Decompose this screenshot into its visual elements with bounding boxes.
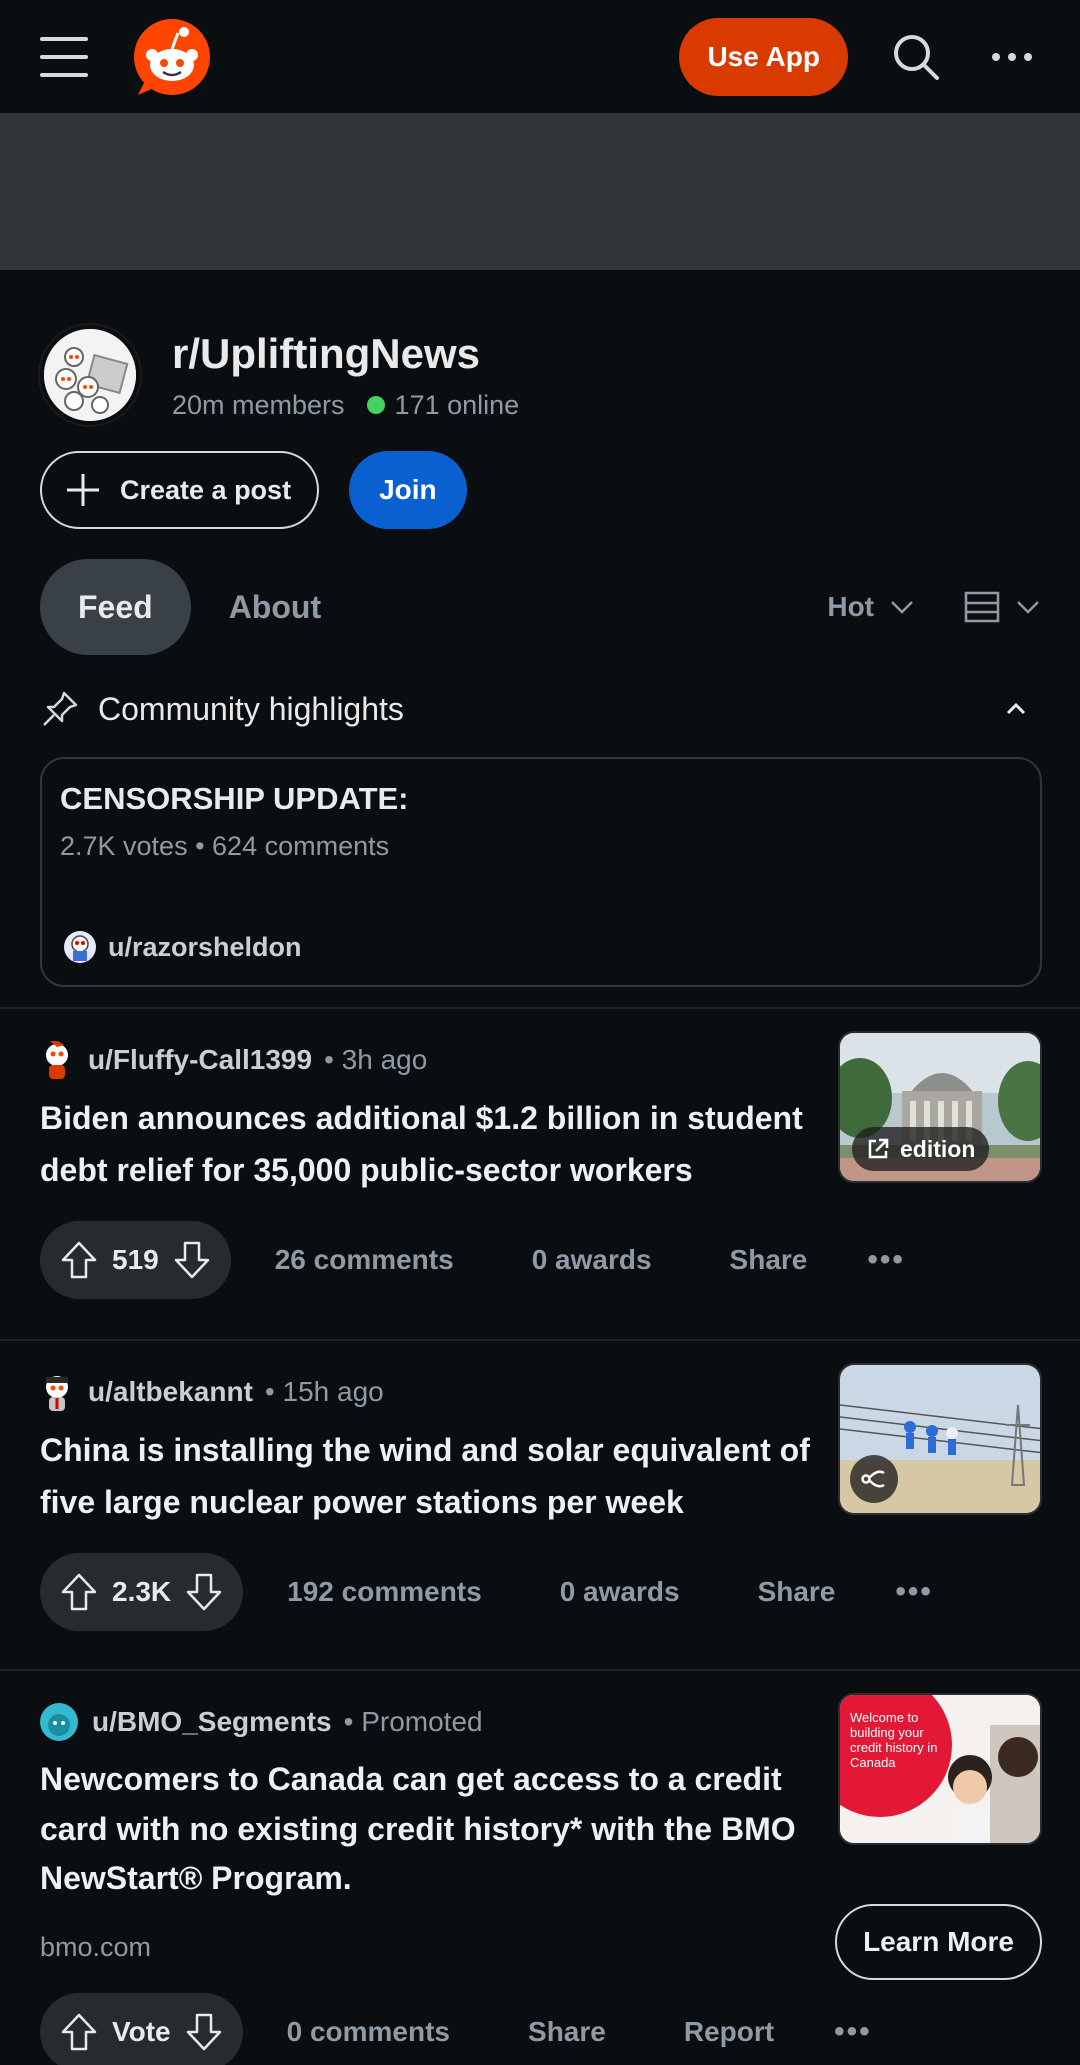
downvote-icon[interactable]	[185, 1572, 223, 1612]
highlight-title: CENSORSHIP UPDATE:	[60, 781, 409, 816]
user-avatar	[46, 1376, 68, 1411]
menu-icon[interactable]	[40, 36, 88, 77]
post-thumbnail[interactable]	[838, 1363, 1042, 1515]
user-avatar	[64, 931, 96, 963]
reddit-logo-icon[interactable]	[132, 17, 212, 97]
promoted-label: • Promoted	[343, 1706, 483, 1737]
highlight-card[interactable]: CENSORSHIP UPDATE: 2.7K votes • 624 comm…	[40, 757, 1042, 987]
chevron-down-icon	[891, 601, 913, 614]
user-avatar	[46, 1041, 68, 1079]
share-button[interactable]: Share	[730, 1244, 808, 1276]
downvote-icon[interactable]	[185, 2012, 223, 2052]
post-title[interactable]: Biden announces additional $1.2 billion …	[40, 1093, 820, 1197]
post-time: • 15h ago	[264, 1376, 384, 1407]
post-card[interactable]: u/Fluffy-Call1399 • 3h ago Biden announc…	[0, 1009, 1080, 1339]
post-title[interactable]: Newcomers to Canada can get access to a …	[40, 1755, 820, 1904]
upvote-icon[interactable]	[60, 1572, 98, 1612]
post-author[interactable]: u/altbekannt	[88, 1376, 253, 1408]
post-title[interactable]: China is installing the wind and solar e…	[40, 1425, 820, 1529]
downvote-icon[interactable]	[173, 1240, 211, 1280]
vote-count: 2.3K	[112, 1575, 172, 1607]
promoted-post-card[interactable]: u/BMO_Segments • Promoted Newcomers to C…	[0, 1671, 1080, 2065]
more-options-icon[interactable]	[984, 29, 1040, 85]
highlights-label: Community highlights	[98, 690, 404, 727]
tab-feed[interactable]: Feed	[40, 559, 191, 655]
external-link-icon	[868, 1138, 889, 1159]
sort-label: Hot	[827, 591, 874, 622]
user-avatar	[40, 1703, 78, 1741]
top-bar: Use App	[0, 0, 1080, 115]
vote-count: 519	[112, 1243, 159, 1275]
awards-button[interactable]: 0 awards	[560, 1576, 680, 1608]
highlights-header[interactable]: Community highlights	[0, 655, 1080, 729]
page: Use App r/UpliftingNews 20m members 171 …	[0, 0, 1080, 2065]
online-indicator-icon	[366, 396, 385, 414]
thumbnail-ad-text: Welcome to building your credit history …	[850, 1710, 938, 1770]
thumbnail-domain: edition	[900, 1135, 976, 1162]
highlight-author[interactable]: u/razorsheldon	[108, 932, 302, 963]
vote-control[interactable]: 519	[40, 1220, 231, 1299]
vote-label: Vote	[112, 2015, 171, 2047]
chevron-down-icon	[1017, 601, 1039, 614]
plus-icon	[67, 474, 99, 506]
card-view-icon	[964, 591, 1000, 623]
post-time: • 3h ago	[324, 1044, 428, 1075]
post-author[interactable]: u/BMO_Segments	[92, 1706, 332, 1738]
community-banner	[0, 115, 1080, 270]
upvote-icon[interactable]	[60, 1240, 98, 1280]
learn-more-button[interactable]: Learn More	[835, 1904, 1042, 1980]
community-name: r/UpliftingNews	[172, 329, 481, 377]
highlight-meta: 2.7K votes • 624 comments	[60, 831, 390, 861]
tab-about[interactable]: About	[191, 559, 359, 655]
share-link-icon	[850, 1455, 898, 1503]
use-app-button[interactable]: Use App	[679, 17, 848, 96]
upvote-icon[interactable]	[60, 2012, 98, 2052]
vote-control[interactable]: 2.3K	[40, 1552, 244, 1631]
post-author[interactable]: u/Fluffy-Call1399	[88, 1044, 312, 1076]
create-post-label: Create a post	[120, 474, 292, 505]
chevron-up-icon[interactable]	[1006, 703, 1026, 715]
pin-icon	[43, 691, 78, 726]
member-count: 20m members	[172, 389, 345, 420]
community-header: r/UpliftingNews 20m members 171 online	[0, 270, 1080, 425]
community-avatar	[40, 325, 140, 425]
community-actions: Create a post Join	[0, 425, 1080, 529]
awards-button[interactable]: 0 awards	[532, 1244, 652, 1276]
create-post-button[interactable]: Create a post	[40, 451, 320, 529]
more-options-icon[interactable]: •••	[895, 1575, 933, 1609]
search-icon[interactable]	[888, 29, 944, 85]
comments-button[interactable]: 192 comments	[287, 1576, 482, 1608]
post-thumbnail[interactable]: Welcome to building your credit history …	[838, 1693, 1042, 1845]
share-button[interactable]: Share	[528, 2016, 606, 2048]
comments-button[interactable]: 26 comments	[275, 1244, 454, 1276]
tabs-row: Feed About Hot	[0, 529, 1080, 655]
join-button[interactable]: Join	[349, 451, 467, 529]
share-button[interactable]: Share	[758, 1576, 836, 1608]
comments-button[interactable]: 0 comments	[287, 2016, 450, 2048]
thumbnail-link-badge: edition	[852, 1127, 990, 1171]
sort-dropdown[interactable]: Hot	[827, 591, 914, 623]
online-count: 171 online	[394, 389, 520, 420]
more-options-icon[interactable]: •••	[867, 1243, 905, 1277]
report-button[interactable]: Report	[684, 2016, 774, 2048]
vote-control[interactable]: Vote	[40, 1992, 243, 2065]
post-card[interactable]: u/altbekannt • 15h ago China is installi…	[0, 1341, 1080, 1669]
more-options-icon[interactable]: •••	[834, 2015, 872, 2049]
post-thumbnail[interactable]: edition	[838, 1031, 1042, 1183]
view-mode-dropdown[interactable]	[964, 591, 1040, 623]
